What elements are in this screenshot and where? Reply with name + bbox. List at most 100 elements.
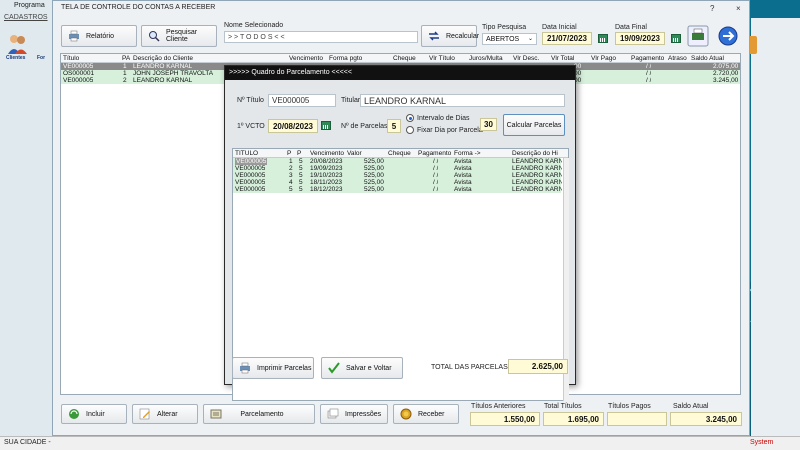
data-inicial-field[interactable]: 21/07/2023 <box>542 32 592 45</box>
titulos-anteriores-label: Títulos Anteriores <box>471 403 526 410</box>
cell-p2: 5 <box>299 186 303 193</box>
status-city: SUA CIDADE - <box>4 439 51 446</box>
cell-p2: 5 <box>299 179 303 186</box>
col-descricao: Descrição do Hi <box>512 150 558 157</box>
cell-p1: 3 <box>289 172 293 179</box>
cell-valor: 525,00 <box>364 179 384 186</box>
imprimir-parcelas-label: Imprimir Parcelas <box>257 364 312 372</box>
calendar-icon[interactable] <box>598 34 608 43</box>
installment-row[interactable]: VE000005 2 5 19/09/2023 525,00 / / Avist… <box>233 165 562 172</box>
cell-p1: 2 <box>289 165 293 172</box>
cell-descricao: LEANDRO KARN <box>512 179 562 186</box>
tipo-pesquisa-select[interactable]: ABERTOS ⌄ <box>482 33 537 45</box>
data-final-field[interactable]: 19/09/2023 <box>615 32 665 45</box>
n-parcelas-label: Nº de Parcelas <box>341 123 388 130</box>
col-pa: PA <box>122 55 131 62</box>
recalcular-button[interactable]: Recalcular <box>421 25 480 47</box>
cell-titulo: VE000005 <box>235 158 268 165</box>
cell-p1: 5 <box>289 186 293 193</box>
nome-selecionado-label: Nome Selecionado <box>224 22 284 29</box>
radio-intervalo[interactable]: Intervalo de Dias <box>406 114 470 122</box>
exit-arrow-icon[interactable] <box>717 25 739 47</box>
alterar-button[interactable]: Alterar <box>132 404 198 424</box>
receber-button[interactable]: Receber <box>393 404 459 424</box>
status-bar: SUA CIDADE - System <box>0 436 800 450</box>
installment-row[interactable]: VE000005 3 5 19/10/2023 525,00 / / Avist… <box>233 172 562 179</box>
parcelamento-button[interactable]: Parcelamento <box>203 404 315 424</box>
intervalo-field[interactable]: 30 <box>480 118 497 131</box>
col-pagamento: Pagamento <box>631 55 665 62</box>
cell-titulo: VE000005 <box>235 179 266 186</box>
cell-p2: 5 <box>299 158 303 165</box>
cell-forma: Avista <box>454 179 472 186</box>
cell-descricao: LEANDRO KARN <box>512 165 562 172</box>
cell-descricao: LEANDRO KARN <box>512 172 562 179</box>
cell-p2: 5 <box>299 172 303 179</box>
cell-pa: 2 <box>123 77 127 84</box>
titulos-pagos-value <box>607 412 667 426</box>
total-titulos-label: Total Títulos <box>544 403 582 410</box>
salvar-voltar-button[interactable]: Salvar e Voltar <box>321 357 403 379</box>
cell-descricao: LEANDRO KARN <box>512 158 562 165</box>
cell-vencimento: 20/08/2023 <box>310 158 343 165</box>
col-cliente: Descrição do Cliente <box>133 55 193 62</box>
relatorio-button[interactable]: Relatório <box>61 25 137 47</box>
col-vencimento: Vencimento <box>310 150 344 157</box>
titulos-anteriores-value: 1.550,00 <box>470 412 540 426</box>
n-titulo-field[interactable]: VE000005 <box>268 94 336 107</box>
imprimir-parcelas-button[interactable]: Imprimir Parcelas <box>232 357 314 379</box>
printer-icon <box>69 30 79 42</box>
impressoes-label: Impressões <box>345 410 382 418</box>
col-cheque: Cheque <box>388 150 411 157</box>
calcular-parcelas-button[interactable]: Calcular Parcelas <box>503 114 565 136</box>
vcto-label: 1º VCTO <box>237 123 265 130</box>
vcto-field[interactable]: 20/08/2023 <box>268 119 318 133</box>
close-button[interactable]: × <box>736 4 741 13</box>
window-title: TELA DE CONTROLE DO CONTAS A RECEBER <box>61 4 216 11</box>
edit-icon <box>139 408 150 420</box>
titulos-pagos-label: Títulos Pagos <box>608 403 651 410</box>
grid-header: Título PA Descrição do Cliente Venciment… <box>61 54 740 63</box>
incluir-button[interactable]: Incluir <box>61 404 127 424</box>
cell-p1: 4 <box>289 179 293 186</box>
radio-button[interactable] <box>406 114 414 122</box>
col-vlr-titulo: Vlr Título <box>429 55 455 62</box>
cell-pagamento: / / <box>433 165 439 172</box>
cell-titulo: OS000001 <box>63 70 95 77</box>
recycle-icon <box>69 409 79 419</box>
recalcular-label: Recalcular <box>446 32 480 40</box>
prints-icon <box>327 408 339 419</box>
calendar-icon[interactable] <box>671 34 681 43</box>
radio-button[interactable] <box>406 126 414 134</box>
installment-row[interactable]: VE000005 4 5 18/11/2023 525,00 / / Avist… <box>233 179 562 186</box>
report-print-icon[interactable] <box>687 25 709 47</box>
radio-fixar[interactable]: Fixar Dia por Parcela <box>406 126 483 134</box>
total-parcelas-label: TOTAL DAS PARCELAS <box>431 364 508 371</box>
saldo-atual-value: 3.245,00 <box>670 412 742 426</box>
relatorio-label: Relatório <box>86 32 115 40</box>
cell-p1: 1 <box>289 158 293 165</box>
installments-icon <box>210 409 222 419</box>
help-button[interactable]: ? <box>710 4 714 13</box>
impressoes-button[interactable]: Impressões <box>320 404 388 424</box>
installment-row[interactable]: VE000005 5 5 18/12/2023 525,00 / / Avist… <box>233 186 562 193</box>
tipo-pesquisa-value: ABERTOS <box>486 35 520 43</box>
cell-vencimento: 18/12/2023 <box>310 186 343 193</box>
calendar-icon[interactable] <box>321 121 331 130</box>
n-parcelas-field[interactable]: 5 <box>387 119 401 133</box>
cell-cliente: LEANDRO KARNAL <box>133 77 193 84</box>
suppliers-label: For <box>37 55 46 61</box>
data-final-label: Data Final <box>615 24 647 31</box>
pesquisar-cliente-button[interactable]: Pesquisar Cliente <box>141 25 217 47</box>
col-titulo: TITULO <box>235 150 259 157</box>
search-icon <box>149 31 160 42</box>
cell-forma: Avista <box>454 172 472 179</box>
cell-vencimento: 18/11/2023 <box>310 179 343 186</box>
menu-cadastros[interactable]: CADASTROS <box>4 14 48 21</box>
titular-field[interactable]: LEANDRO KARNAL <box>360 94 565 107</box>
nome-selecionado-field[interactable]: > > T O D O S < < <box>224 31 418 43</box>
installment-row[interactable]: VE000005 1 5 20/08/2023 525,00 / / Avist… <box>233 158 562 165</box>
col-vencimento: Vencimento <box>289 55 323 62</box>
clients-label: Clientes <box>6 55 26 61</box>
radio-intervalo-label: Intervalo de Dias <box>417 114 470 122</box>
